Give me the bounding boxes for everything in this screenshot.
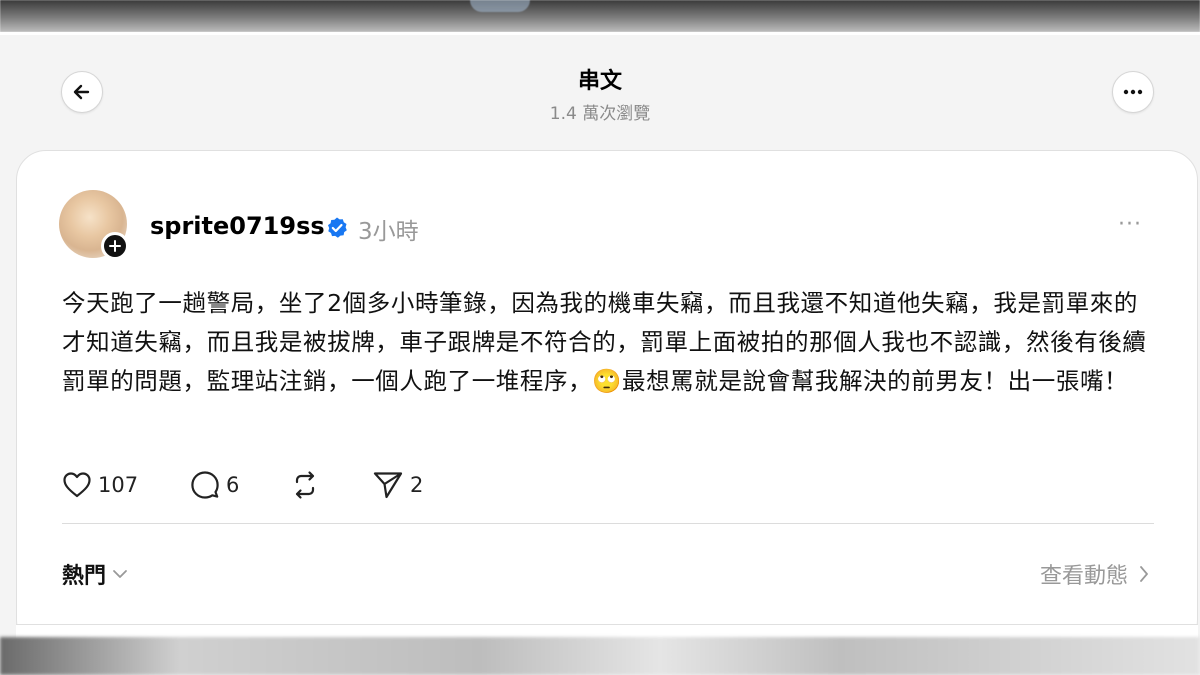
share-button[interactable]: 2 — [372, 468, 423, 502]
sort-label: 熱門 — [62, 564, 107, 589]
repost-icon — [295, 471, 315, 499]
heart-icon — [63, 472, 91, 498]
view-count: 1.4 萬次瀏覽 — [549, 104, 651, 124]
divider — [62, 523, 1154, 524]
follow-button[interactable] — [101, 232, 129, 260]
comment-button[interactable]: 6 — [190, 468, 239, 502]
post-text: 今天跑了一趟警局，坐了2個多小時筆錄，因為我的機車失竊，而且我還不知道他失竊，我… — [62, 289, 1147, 395]
comment-count: 6 — [226, 473, 240, 497]
more-options-button[interactable] — [1112, 71, 1154, 113]
header-bar: 串文 1.4 萬次瀏覽 — [0, 35, 1200, 150]
sort-dropdown[interactable]: 熱門 — [62, 558, 128, 590]
post-time: 3小時 — [358, 219, 419, 245]
more-horizontal-icon — [1123, 89, 1143, 95]
chevron-down-icon — [113, 570, 127, 578]
blurred-bottom-strip — [0, 637, 1200, 675]
view-activity-link[interactable]: 查看動態 — [1040, 558, 1150, 590]
blurred-top-strip — [0, 0, 1200, 32]
verified-badge-icon — [328, 217, 347, 238]
comment-icon — [191, 471, 219, 499]
post-more-button[interactable]: ··· — [1118, 212, 1142, 237]
chevron-right-icon — [1140, 566, 1148, 582]
like-count: 107 — [98, 473, 139, 497]
repost-button[interactable] — [290, 468, 320, 502]
share-count: 2 — [410, 473, 424, 497]
plus-icon — [109, 240, 121, 252]
send-icon — [373, 472, 403, 499]
view-activity-label: 查看動態 — [1039, 564, 1128, 589]
post-username[interactable]: sprite0719ss — [150, 212, 325, 240]
page-title: 串文 — [577, 69, 622, 94]
like-button[interactable]: 107 — [62, 468, 138, 502]
blurred-spot — [470, 0, 530, 12]
